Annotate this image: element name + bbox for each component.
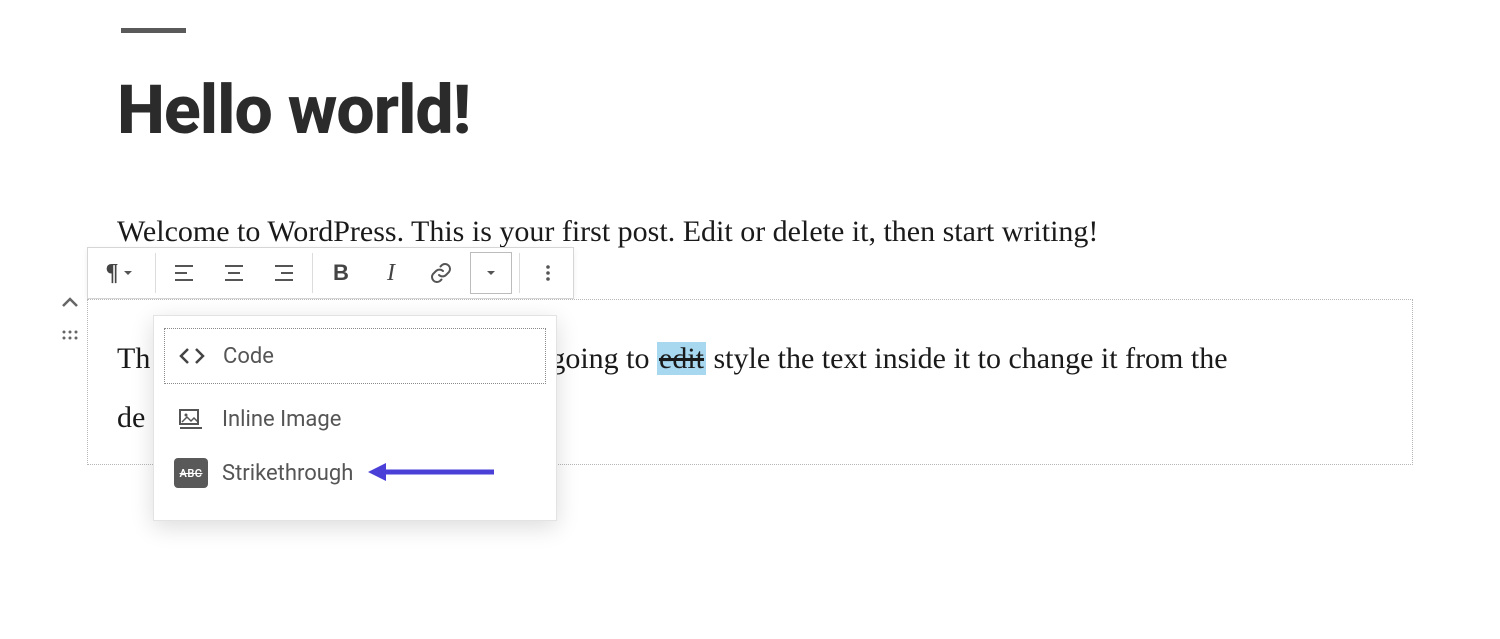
block-toolbar: ¶ B I: [87, 247, 574, 299]
menu-item-code[interactable]: Code: [164, 328, 546, 384]
code-icon: [175, 341, 209, 371]
intro-paragraph: Welcome to WordPress. This is your first…: [117, 215, 1098, 249]
align-left-button[interactable]: [159, 248, 209, 298]
page-title: Hello world!: [117, 70, 470, 150]
paragraph-fragment: going to: [550, 342, 657, 375]
menu-label: Code: [223, 344, 274, 369]
format-dropdown-menu: Code Inline Image ABC Strikethrough: [153, 315, 557, 521]
toolbar-separator: [312, 253, 313, 293]
paragraph-type-button[interactable]: ¶: [88, 248, 152, 298]
link-button[interactable]: [416, 248, 466, 298]
align-center-button[interactable]: [209, 248, 259, 298]
toolbar-separator: [519, 253, 520, 293]
menu-label: Strikethrough: [222, 461, 353, 486]
strikethrough-icon: ABC: [174, 458, 208, 488]
pilcrow-icon: ¶: [106, 260, 119, 287]
more-formats-dropdown[interactable]: [470, 252, 512, 294]
align-left-icon: [173, 263, 195, 283]
paragraph-fragment: style the text inside it to change it fr…: [706, 342, 1228, 375]
italic-icon: I: [387, 260, 395, 287]
drag-handle-icon[interactable]: [60, 328, 80, 342]
align-right-icon: [273, 263, 295, 283]
italic-button[interactable]: I: [366, 248, 416, 298]
align-center-icon: [223, 263, 245, 283]
bold-icon: B: [333, 260, 349, 286]
title-divider: [121, 28, 186, 33]
block-mover-controls: [53, 296, 87, 342]
selected-text: edit: [657, 342, 706, 375]
menu-label: Inline Image: [222, 407, 341, 432]
triangle-down-icon: [485, 267, 497, 279]
link-icon: [429, 261, 453, 285]
annotation-arrow: [366, 459, 496, 485]
kebab-icon: [538, 263, 558, 283]
bold-button[interactable]: B: [316, 248, 366, 298]
more-options-button[interactable]: [523, 248, 573, 298]
chevron-down-icon: [122, 267, 134, 279]
chevron-up-icon[interactable]: [60, 296, 80, 310]
menu-item-inline-image[interactable]: Inline Image: [164, 392, 546, 446]
paragraph-fragment: Th: [117, 342, 150, 375]
toolbar-separator: [155, 253, 156, 293]
align-right-button[interactable]: [259, 248, 309, 298]
paragraph-fragment: de: [117, 401, 145, 434]
inline-image-icon: [174, 404, 208, 434]
